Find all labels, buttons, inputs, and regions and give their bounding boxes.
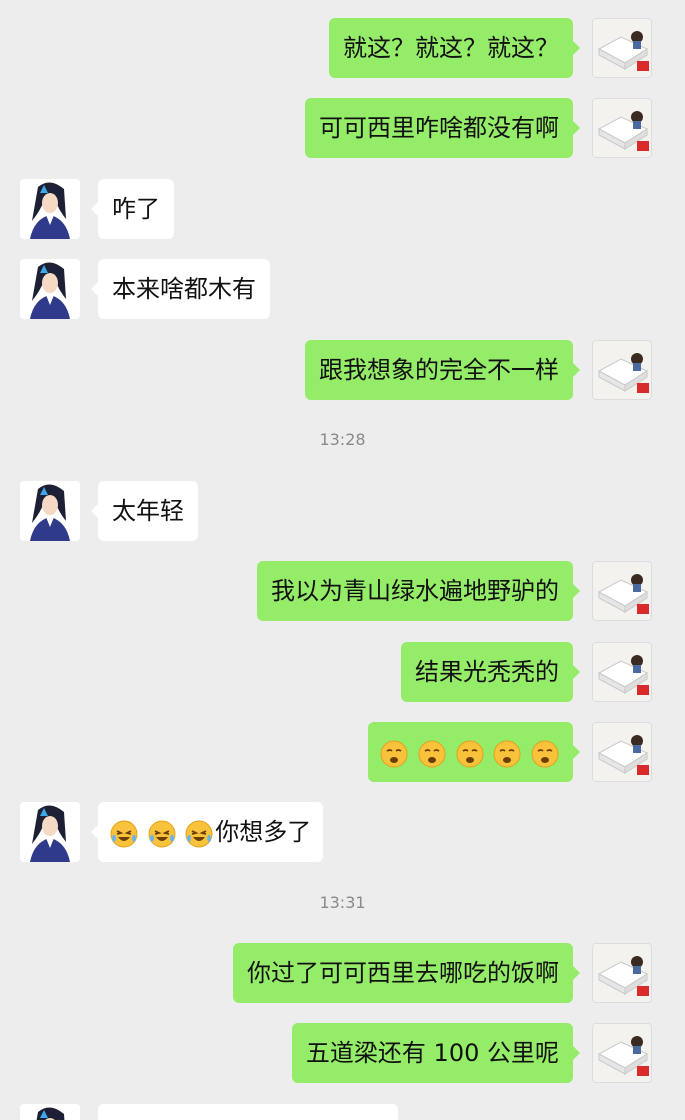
contact-avatar[interactable]: [20, 179, 80, 239]
message-bubble[interactable]: 结果光秃秃的: [401, 642, 580, 702]
message-row: [0, 722, 685, 786]
message-text: 可可西里咋啥都没有啊: [319, 114, 559, 142]
sleepy-face-icon: [418, 740, 446, 768]
message-text: 咋了: [112, 195, 160, 223]
bed-photo-icon: [593, 19, 651, 77]
message-bubble[interactable]: 你想多了: [90, 802, 324, 863]
message-text: 就这？就这？就这？: [343, 34, 559, 62]
sleepy-face-icon: [380, 740, 408, 768]
message-text: 你过了可可西里去哪吃的饭啊: [247, 959, 559, 987]
timestamp: 13:31: [319, 893, 366, 912]
message-row: 你过了可可西里去哪吃的饭啊: [0, 943, 685, 1007]
message-row: 咋了: [0, 179, 685, 243]
message-text: 五道梁还有 100 公里呢: [305, 1039, 559, 1067]
message-row: 本来啥都木有: [0, 259, 685, 323]
bed-photo-icon: [593, 1024, 651, 1082]
message-row: [0, 1104, 685, 1120]
bed-photo-icon: [593, 944, 651, 1002]
bed-photo-icon: [593, 643, 651, 701]
sleepy-face-icon: [493, 740, 521, 768]
message-row: 我以为青山绿水遍地野驴的: [0, 561, 685, 625]
my-avatar[interactable]: [592, 18, 652, 78]
message-text: 我以为青山绿水遍地野驴的: [271, 577, 559, 605]
laughing-tears-icon: [185, 820, 213, 848]
sleepy-face-icon: [456, 740, 484, 768]
contact-avatar[interactable]: [20, 481, 80, 541]
anime-character-icon: [20, 481, 80, 541]
contact-avatar[interactable]: [20, 802, 80, 862]
sleepy-face-icon: [531, 740, 559, 768]
my-avatar[interactable]: [592, 98, 652, 158]
my-avatar[interactable]: [592, 642, 652, 702]
anime-character-icon: [20, 802, 80, 862]
bed-photo-icon: [593, 341, 651, 399]
chat-area[interactable]: 就这？就这？就这？ 可可西里咋啥都没有啊 咋了 本来啥都木有 跟我想象的完全不一…: [0, 0, 685, 1120]
laughing-tears-icon: [110, 820, 138, 848]
message-text: 跟我想象的完全不一样: [319, 356, 559, 384]
message-row: 跟我想象的完全不一样: [0, 340, 685, 404]
message-bubble[interactable]: 本来啥都木有: [91, 259, 270, 319]
bed-photo-icon: [593, 562, 651, 620]
message-text: 本来啥都木有: [112, 275, 256, 303]
emoji-group: [380, 723, 561, 783]
message-bubble[interactable]: 五道梁还有 100 公里呢: [291, 1023, 581, 1083]
message-bubble[interactable]: 你过了可可西里去哪吃的饭啊: [233, 943, 580, 1003]
message-text: 结果光秃秃的: [415, 658, 559, 686]
timestamp: 13:28: [319, 430, 366, 449]
message-bubble[interactable]: 我以为青山绿水遍地野驴的: [257, 561, 580, 621]
message-text: 你想多了: [215, 818, 312, 846]
message-bubble[interactable]: [98, 1104, 398, 1120]
message-row: 太年轻: [0, 481, 685, 545]
message-bubble[interactable]: 太年轻: [91, 481, 198, 541]
my-avatar[interactable]: [592, 943, 652, 1003]
message-bubble[interactable]: 咋了: [91, 179, 174, 239]
message-row: 你想多了: [0, 802, 685, 866]
my-avatar[interactable]: [592, 1023, 652, 1083]
message-bubble[interactable]: [368, 722, 580, 783]
message-bubble[interactable]: 可可西里咋啥都没有啊: [305, 98, 580, 158]
laughing-tears-icon: [148, 820, 176, 848]
message-row: 五道梁还有 100 公里呢: [0, 1023, 685, 1087]
message-text: 太年轻: [112, 497, 184, 525]
message-row: 可可西里咋啥都没有啊: [0, 98, 685, 162]
my-avatar[interactable]: [592, 340, 652, 400]
bed-photo-icon: [593, 99, 651, 157]
my-avatar[interactable]: [592, 722, 652, 782]
anime-character-icon: [20, 179, 80, 239]
my-avatar[interactable]: [592, 561, 652, 621]
emoji-group: [110, 803, 215, 863]
anime-character-icon: [20, 1104, 80, 1120]
anime-character-icon: [20, 259, 80, 319]
contact-avatar[interactable]: [20, 259, 80, 319]
message-row: 就这？就这？就这？: [0, 18, 685, 82]
contact-avatar[interactable]: [20, 1104, 80, 1120]
message-bubble[interactable]: 就这？就这？就这？: [329, 18, 580, 78]
bed-photo-icon: [593, 723, 651, 781]
message-row: 结果光秃秃的: [0, 642, 685, 706]
message-bubble[interactable]: 跟我想象的完全不一样: [305, 340, 580, 400]
